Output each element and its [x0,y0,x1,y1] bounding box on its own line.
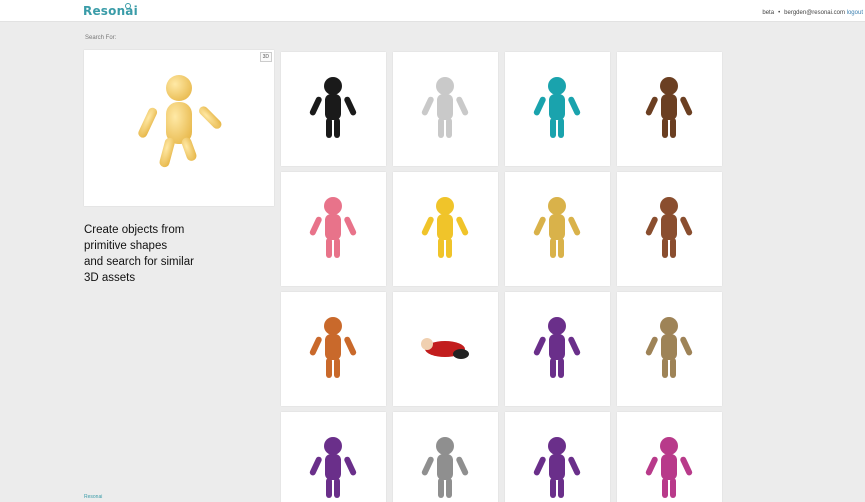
result-card-brown-bear-standing[interactable] [617,172,722,286]
result-card-man-in-black-suit[interactable] [281,52,386,166]
result-card-tan-bear-standing[interactable] [617,292,722,406]
user-menu: beta • bergden@resonai.com logout [762,10,863,16]
pink-robot-creature-icon [645,437,693,498]
primitive-humanoid-icon[interactable] [84,50,274,206]
beta-label: beta [762,10,775,16]
tagline-line-3: and search for similar [84,256,194,268]
grey-wolf-icon [421,437,469,498]
result-card-teal-alien[interactable] [505,52,610,166]
user-email[interactable]: bergden@resonai.com [784,10,845,16]
blonde-armored-character-icon [533,197,581,258]
result-card-pink-alien-character[interactable] [281,172,386,286]
pink-alien-character-icon [309,197,357,258]
grey-statue-child-icon [421,77,469,138]
result-card-pink-robot-creature[interactable] [617,412,722,502]
tan-bear-standing-icon [645,317,693,378]
man-in-black-suit-icon [309,77,357,138]
result-card-santa-lying-down[interactable] [393,292,498,406]
raccoon-purple-vest-icon [533,317,581,378]
teal-alien-icon [533,77,581,138]
logo-ring-icon [125,3,131,9]
logout-link[interactable]: logout [847,10,863,16]
boy-yellow-shirt-cap-icon [421,197,469,258]
result-card-blonde-armored-character[interactable] [505,172,610,286]
result-card-raccoon-purple-vest-2[interactable] [281,412,386,502]
brown-teddy-bear-icon [645,77,693,138]
result-card-raccoon-purple-vest[interactable] [505,292,610,406]
raccoon-purple-vest-2-icon [309,437,357,498]
orange-bug-icon [309,317,357,378]
search-for-label: Search For: [85,35,117,41]
tagline-line-2: primitive shapes [84,240,168,252]
result-card-raccoon-purple-vest-3[interactable] [505,412,610,502]
footer-brand[interactable]: Resonai [84,494,102,500]
top-bar: Resonai beta • bergden@resonai.com logout [0,0,865,22]
tagline-line-4: 3D assets [84,272,136,284]
santa-lying-down-icon [421,338,469,359]
result-card-brown-teddy-bear[interactable] [617,52,722,166]
tagline: Create objects from primitive shapes and… [84,222,274,286]
view-mode-badge[interactable]: 3D [259,52,272,62]
result-card-boy-yellow-shirt-cap[interactable] [393,172,498,286]
result-card-grey-statue-child[interactable] [393,52,498,166]
query-object-viewer[interactable]: 3D [84,50,274,206]
brown-bear-standing-icon [645,197,693,258]
result-card-orange-bug[interactable] [281,292,386,406]
separator-icon: • [778,10,781,16]
raccoon-purple-vest-3-icon [533,437,581,498]
tagline-line-1: Create objects from [84,224,185,236]
result-card-grey-wolf[interactable] [393,412,498,502]
